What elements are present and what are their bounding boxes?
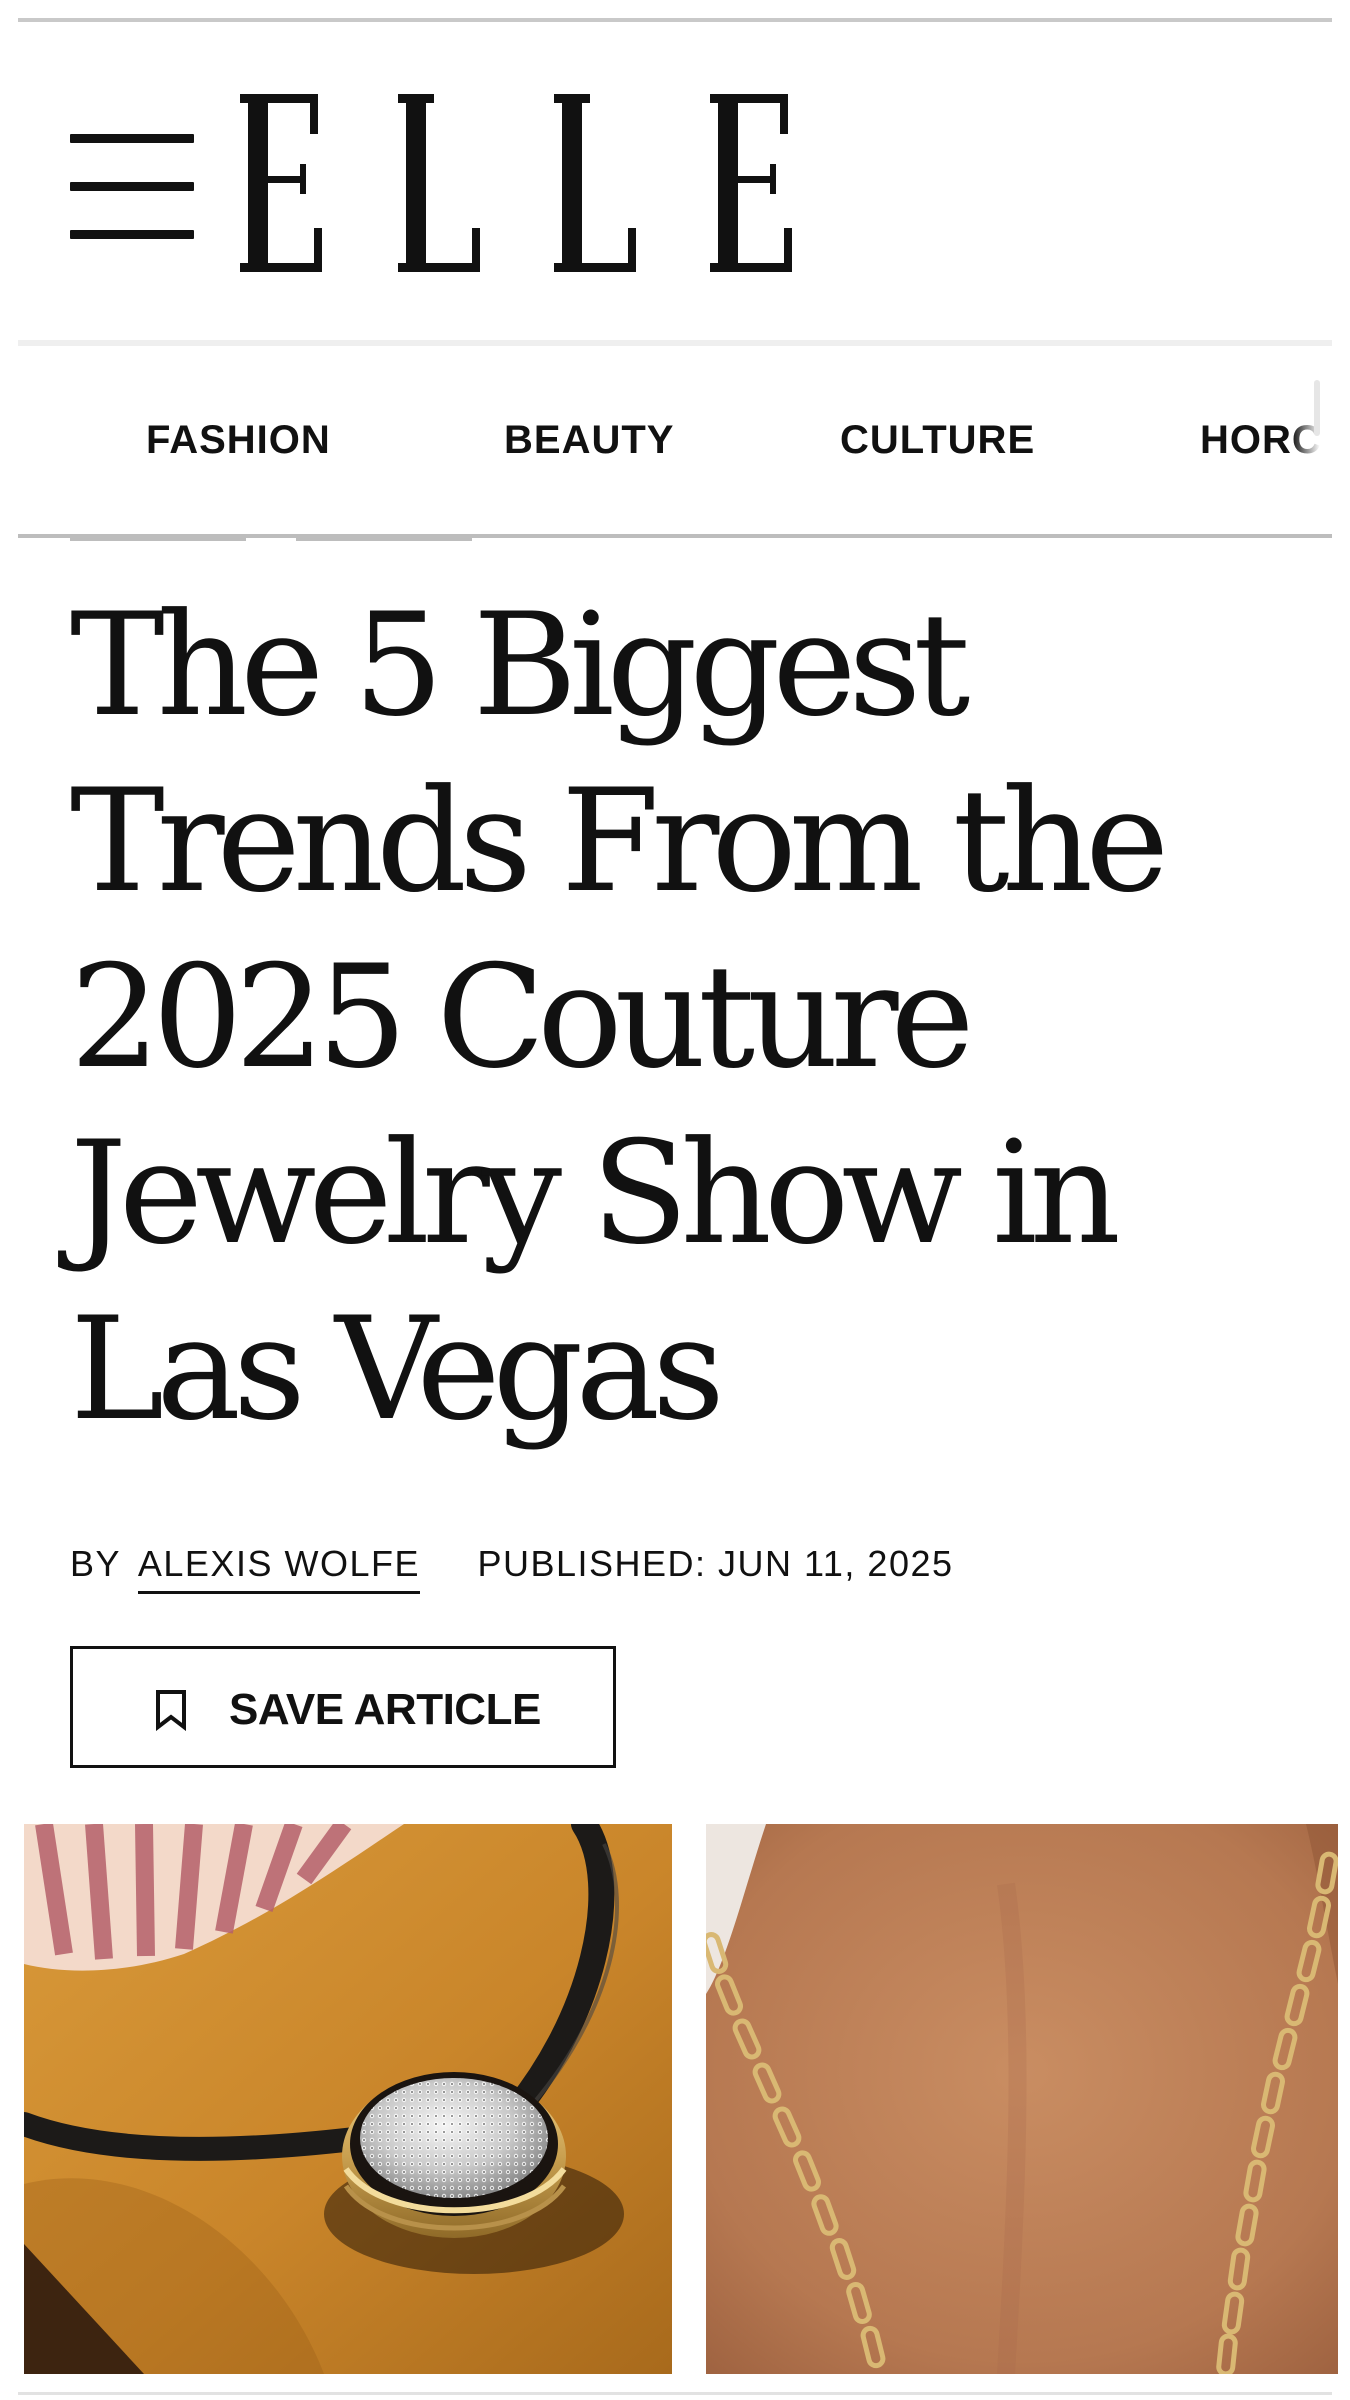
article-image-cord-necklace (24, 1824, 672, 2374)
image-chain-back (706, 1824, 1338, 2374)
nav-item-culture[interactable]: CULTURE (840, 418, 1035, 463)
logo-letter-l (554, 94, 636, 272)
headline-line: Jewelry Show in (70, 1111, 1121, 1276)
publish-date: PUBLISHED: JUN 11, 2025 (477, 1543, 954, 1584)
section-nav: FASHION BEAUTY CULTURE HORC (18, 340, 1332, 538)
logo-letter-e (240, 94, 322, 272)
logo-letter-l (398, 94, 480, 272)
menu-bar (70, 134, 194, 143)
logo-letter-e (710, 94, 792, 272)
image-cord-pendant (24, 1824, 672, 2374)
bottom-divider (18, 2392, 1332, 2395)
nav-item-fashion[interactable]: FASHION (146, 418, 331, 463)
nav-item-beauty[interactable]: BEAUTY (504, 418, 674, 463)
nav-scroll-indicator (1314, 380, 1320, 436)
breadcrumb-underline (296, 538, 472, 541)
article-image-chain-necklace (706, 1824, 1338, 2374)
headline-line: Trends From the (70, 759, 1169, 924)
article-headline: The 5 Biggest Trends From the 2025 Coutu… (70, 578, 1250, 1458)
save-article-button[interactable]: SAVE ARTICLE (70, 1646, 616, 1768)
menu-bar (70, 230, 194, 239)
site-header (0, 22, 1350, 342)
bookmark-icon (156, 1690, 186, 1731)
headline-line: 2025 Couture (70, 935, 975, 1100)
byline: BY ALEXIS WOLFE PUBLISHED: JUN 11, 2025 (70, 1543, 954, 1594)
author-link[interactable]: ALEXIS WOLFE (137, 1543, 420, 1594)
headline-line: The 5 Biggest (70, 583, 970, 748)
breadcrumb-underline (70, 538, 246, 541)
hamburger-menu-icon[interactable] (70, 134, 194, 242)
headline-line: Las Vegas (70, 1287, 725, 1452)
byline-prefix: BY (70, 1543, 121, 1584)
save-article-label: SAVE ARTICLE (229, 1685, 541, 1734)
section-nav-scroller[interactable]: FASHION BEAUTY CULTURE HORC (18, 346, 1332, 534)
elle-logo[interactable] (232, 80, 804, 280)
nav-fade-overlay (1292, 346, 1332, 534)
menu-bar (70, 182, 194, 191)
